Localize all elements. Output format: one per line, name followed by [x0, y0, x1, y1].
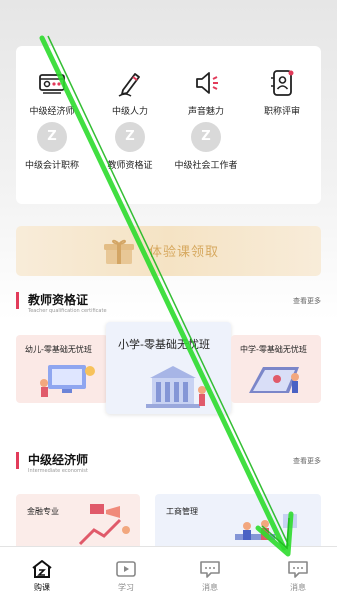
- section-accent-bar: [16, 452, 19, 469]
- section-header-teacher: 教师资格证 Teacher qualification certificate …: [16, 290, 321, 320]
- view-more-link[interactable]: 查看更多: [293, 296, 321, 306]
- course-illustration: [146, 366, 206, 408]
- category-label: 声音魅力: [187, 107, 224, 117]
- course-card-business[interactable]: 工商管理: [155, 494, 321, 554]
- category-item-social-worker[interactable]: Z 中级社会工作者: [174, 122, 238, 171]
- course-label: 幼儿-零基础无忧班: [25, 345, 92, 354]
- course-card-finance[interactable]: 金融专业: [16, 494, 140, 554]
- course-card-kindergarten[interactable]: 幼儿-零基础无忧班: [16, 335, 108, 403]
- tab-study[interactable]: 学习: [106, 559, 146, 593]
- tab-label: 消息: [202, 583, 218, 592]
- message-icon: [288, 561, 308, 578]
- category-card: 中级经济师 中级人力 声音魅力 职称评审 Z 中级会计职称 Z 教师资格证 Z …: [16, 46, 321, 204]
- home-icon: [32, 560, 52, 578]
- money-icon: [39, 74, 65, 94]
- course-illustration: [40, 365, 95, 397]
- course-label: 小学-零基础无忧班: [118, 338, 210, 351]
- gift-icon: [104, 239, 134, 264]
- placeholder-z-icon: Z: [115, 122, 145, 152]
- section-title: 中级经济师: [28, 453, 89, 467]
- category-label: 教师资格证: [107, 161, 153, 171]
- tab-label: 学习: [118, 583, 134, 592]
- play-icon: [116, 561, 136, 577]
- message-icon: [200, 561, 220, 578]
- category-label: 中级人力: [111, 107, 148, 117]
- category-item-voice[interactable]: 声音魅力: [174, 68, 238, 117]
- tab-label: 消息: [290, 583, 306, 592]
- trial-class-banner[interactable]: 体验课领取: [16, 226, 321, 276]
- category-item-teacher[interactable]: Z 教师资格证: [98, 122, 162, 171]
- category-item-hr[interactable]: 中级人力: [98, 68, 162, 117]
- tab-buy-course[interactable]: 购课: [22, 559, 62, 593]
- category-item-accounting[interactable]: Z 中级会计职称: [20, 122, 84, 171]
- pen-icon: [118, 73, 140, 97]
- category-label: 职称评审: [263, 107, 300, 117]
- section-header-economist: 中级经济师 Intermediate economist 查看更多: [16, 450, 321, 480]
- speaker-icon: [196, 72, 218, 94]
- course-label: 中学-零基础无忧班: [240, 345, 307, 354]
- bottom-tab-bar: 购课 学习 消息 消息: [0, 546, 337, 600]
- course-label: 工商管理: [166, 507, 198, 516]
- category-item-review[interactable]: 职称评审: [250, 68, 314, 117]
- course-label: 金融专业: [27, 507, 59, 516]
- placeholder-z-icon: Z: [37, 122, 67, 152]
- trial-class-label: 体验课领取: [149, 245, 220, 260]
- course-illustration: [249, 367, 299, 393]
- category-item-economist[interactable]: 中级经济师: [20, 68, 84, 117]
- course-card-middle[interactable]: 中学-零基础无忧班: [231, 335, 321, 403]
- section-accent-bar: [16, 292, 19, 309]
- category-label: 中级会计职称: [24, 161, 79, 171]
- category-label: 中级经济师: [29, 107, 75, 117]
- section-title: 教师资格证: [28, 293, 89, 307]
- tab-messages[interactable]: 消息: [190, 559, 230, 593]
- section-subtitle: Intermediate economist: [28, 468, 88, 474]
- tab-label: 购课: [34, 583, 50, 592]
- category-label: 中级社会工作者: [174, 161, 238, 171]
- id-card-icon: [271, 70, 294, 96]
- course-card-primary[interactable]: 小学-零基础无忧班: [106, 322, 231, 414]
- course-illustration: [78, 504, 130, 546]
- tab-messages-2[interactable]: 消息: [278, 559, 318, 593]
- section-subtitle: Teacher qualification certificate: [28, 308, 107, 314]
- placeholder-z-icon: Z: [191, 122, 221, 152]
- view-more-link[interactable]: 查看更多: [293, 456, 321, 466]
